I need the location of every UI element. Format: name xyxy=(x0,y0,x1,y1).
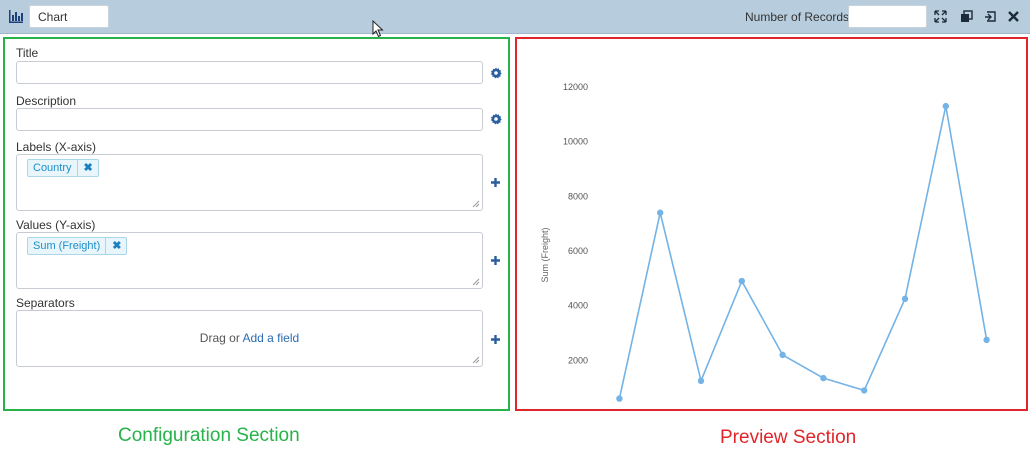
resize-grip-icon[interactable] xyxy=(472,356,480,364)
data-point[interactable] xyxy=(697,377,705,385)
resize-grip-icon[interactable] xyxy=(472,278,480,286)
data-point[interactable] xyxy=(657,209,664,216)
y-tick-label: 12000 xyxy=(563,82,588,92)
number-of-records-label: Number of Records xyxy=(745,10,850,24)
data-point[interactable] xyxy=(820,374,827,382)
mouse-cursor-icon xyxy=(372,20,384,38)
restore-icon[interactable] xyxy=(984,10,997,23)
data-point[interactable] xyxy=(616,395,623,402)
y-tick-label: 4000 xyxy=(568,301,588,311)
preview-section: 020004000600080001000012000 Sum (Freight… xyxy=(515,37,1028,411)
top-toolbar: Number of Records xyxy=(0,0,1030,34)
data-point[interactable] xyxy=(901,295,909,303)
plus-icon[interactable] xyxy=(490,255,501,266)
resize-grip-icon[interactable] xyxy=(472,200,480,208)
data-point[interactable] xyxy=(861,387,868,394)
labels-x-axis-label: Labels (X-axis) xyxy=(16,140,97,154)
title-label: Title xyxy=(16,46,39,60)
gear-icon[interactable] xyxy=(490,67,502,79)
chart-name-input[interactable] xyxy=(29,5,109,28)
sum-freight-field-chip[interactable]: Sum (Freight) ✖ xyxy=(27,237,128,255)
data-point[interactable] xyxy=(738,277,745,285)
series-line xyxy=(618,105,988,399)
y-tick-label: 8000 xyxy=(568,191,588,201)
remove-chip-icon[interactable]: ✖ xyxy=(105,238,126,254)
values-y-axis-label: Values (Y-axis) xyxy=(16,218,96,232)
values-y-axis-dropzone[interactable]: Sum (Freight) ✖ xyxy=(16,232,483,289)
description-label: Description xyxy=(16,94,77,108)
data-point[interactable] xyxy=(983,336,990,344)
separators-label: Separators xyxy=(16,296,75,310)
popout-icon[interactable] xyxy=(960,10,973,23)
number-of-records-input[interactable] xyxy=(848,5,927,28)
configuration-section: Title Description Labels (X-axis) Countr… xyxy=(3,37,510,411)
drag-text: Drag or xyxy=(199,331,243,345)
y-tick-label: 10000 xyxy=(563,137,588,147)
labels-x-axis-dropzone[interactable]: Country ✖ xyxy=(16,154,483,211)
title-input[interactable] xyxy=(16,61,483,84)
data-point[interactable] xyxy=(942,102,949,110)
country-field-chip[interactable]: Country ✖ xyxy=(27,159,99,177)
y-tick-label: 2000 xyxy=(568,355,588,365)
description-input[interactable] xyxy=(16,108,483,131)
close-icon[interactable] xyxy=(1007,10,1020,23)
preview-section-caption: Preview Section xyxy=(720,427,857,448)
chip-label: Sum (Freight) xyxy=(33,240,101,252)
configuration-section-caption: Configuration Section xyxy=(118,425,300,446)
separators-dropzone[interactable]: Drag or Add a field xyxy=(16,310,483,367)
drop-hint: Drag or Add a field xyxy=(17,331,482,345)
data-point[interactable] xyxy=(779,351,786,359)
bar-chart-icon[interactable] xyxy=(9,10,23,23)
plus-icon[interactable] xyxy=(490,177,501,188)
remove-chip-icon[interactable]: ✖ xyxy=(76,160,98,176)
y-axis-label: Sum (Freight) xyxy=(540,227,550,282)
add-field-link[interactable]: Add a field xyxy=(242,331,299,345)
line-chart: 020004000600080001000012000 Sum (Freight… xyxy=(540,82,990,402)
gear-icon[interactable] xyxy=(490,113,502,125)
expand-icon[interactable] xyxy=(934,10,947,23)
y-tick-label: 6000 xyxy=(568,246,588,256)
plus-icon[interactable] xyxy=(490,334,501,345)
chip-label: Country xyxy=(33,162,72,174)
